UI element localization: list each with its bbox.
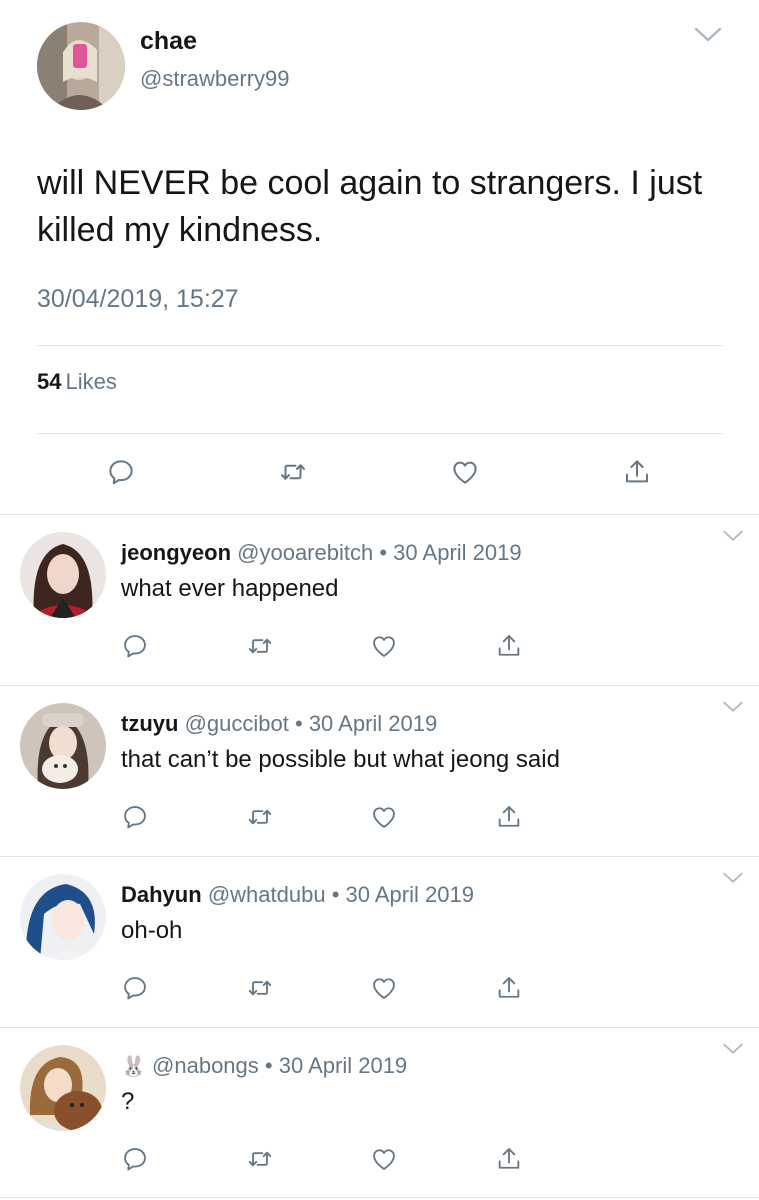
reply-text: that can’t be possible but what jeong sa… bbox=[121, 746, 560, 773]
heart-icon[interactable] bbox=[370, 632, 398, 660]
reply-actions bbox=[0, 632, 759, 664]
reply-date: 30 April 2019 bbox=[345, 882, 474, 907]
likes-label: Likes bbox=[65, 369, 117, 394]
share-icon[interactable] bbox=[495, 803, 523, 831]
author-name[interactable]: 🐰 bbox=[121, 1056, 146, 1078]
heart-icon[interactable] bbox=[370, 1145, 398, 1173]
reply-icon[interactable] bbox=[106, 457, 136, 487]
separator-dot: • bbox=[379, 540, 388, 565]
retweet-icon[interactable] bbox=[246, 803, 274, 831]
reply-date: 30 April 2019 bbox=[393, 540, 522, 565]
retweet-icon[interactable] bbox=[246, 974, 274, 1002]
likes-stat[interactable]: 54 Likes bbox=[37, 369, 117, 395]
share-icon[interactable] bbox=[495, 1145, 523, 1173]
reply-date: 30 April 2019 bbox=[278, 1053, 408, 1078]
avatar[interactable] bbox=[20, 703, 106, 789]
reply-text: ? bbox=[121, 1088, 135, 1115]
reply-date: 30 April 2019 bbox=[308, 711, 438, 736]
author-handle[interactable]: @guccibot bbox=[185, 711, 289, 736]
chevron-down-icon[interactable] bbox=[722, 699, 744, 715]
author-name[interactable]: tzuyu bbox=[121, 711, 178, 736]
reply-icon[interactable] bbox=[121, 803, 149, 831]
separator-dot: • bbox=[331, 882, 340, 907]
divider bbox=[0, 1197, 759, 1198]
retweet-icon[interactable] bbox=[246, 1145, 274, 1173]
reply-actions bbox=[0, 974, 759, 1006]
divider bbox=[37, 345, 723, 346]
likes-count: 54 bbox=[37, 369, 62, 394]
chevron-down-icon[interactable] bbox=[693, 24, 723, 46]
reply-header: Dahyun @whatdubu • 30 April 2019 bbox=[121, 882, 474, 908]
reply-header: tzuyu @guccibot • 30 April 2019 bbox=[121, 711, 437, 737]
reply-icon[interactable] bbox=[121, 632, 149, 660]
reply-icon[interactable] bbox=[121, 1145, 149, 1173]
tweet-actions bbox=[0, 457, 759, 489]
reply-tweet[interactable]: 🐰 @nabongs • 30 April 2019 ? bbox=[0, 1027, 759, 1198]
reply-actions bbox=[0, 803, 759, 835]
separator-dot: • bbox=[294, 711, 303, 736]
avatar[interactable] bbox=[20, 874, 106, 960]
chevron-down-icon[interactable] bbox=[722, 528, 744, 544]
avatar[interactable] bbox=[20, 1045, 106, 1131]
tweet-text: will NEVER be cool again to strangers. I… bbox=[37, 164, 703, 249]
reply-tweet[interactable]: tzuyu @guccibot • 30 April 2019 that can… bbox=[0, 685, 759, 856]
separator-dot: • bbox=[264, 1053, 273, 1078]
author-handle[interactable]: @strawberry99 bbox=[140, 66, 290, 92]
divider bbox=[37, 433, 723, 434]
retweet-icon[interactable] bbox=[278, 457, 308, 487]
author-handle[interactable]: @whatdubu bbox=[208, 882, 326, 907]
chevron-down-icon[interactable] bbox=[722, 1041, 744, 1057]
author-name[interactable]: chae bbox=[140, 27, 197, 56]
author-handle[interactable]: @nabongs bbox=[152, 1053, 259, 1078]
reply-tweet[interactable]: Dahyun @whatdubu • 30 April 2019 oh-oh bbox=[0, 856, 759, 1027]
reply-icon[interactable] bbox=[121, 974, 149, 1002]
share-icon[interactable] bbox=[495, 632, 523, 660]
author-name[interactable]: jeongyeon bbox=[121, 540, 231, 565]
heart-icon[interactable] bbox=[370, 974, 398, 1002]
share-icon[interactable] bbox=[622, 457, 652, 487]
chevron-down-icon[interactable] bbox=[722, 870, 744, 886]
share-icon[interactable] bbox=[495, 974, 523, 1002]
tweet-timestamp: 30/04/2019, 15:27 bbox=[37, 285, 239, 313]
avatar[interactable] bbox=[20, 532, 106, 618]
reply-text: oh-oh bbox=[121, 917, 183, 944]
reply-header: 🐰 @nabongs • 30 April 2019 bbox=[121, 1053, 407, 1079]
reply-actions bbox=[0, 1145, 759, 1177]
reply-tweet[interactable]: jeongyeon @yooarebitch • 30 April 2019 w… bbox=[0, 514, 759, 685]
reply-header: jeongyeon @yooarebitch • 30 April 2019 bbox=[121, 540, 522, 566]
avatar[interactable] bbox=[37, 22, 125, 110]
retweet-icon[interactable] bbox=[246, 632, 274, 660]
author-name[interactable]: Dahyun bbox=[121, 882, 202, 907]
heart-icon[interactable] bbox=[370, 803, 398, 831]
heart-icon[interactable] bbox=[450, 457, 480, 487]
author-handle[interactable]: @yooarebitch bbox=[237, 540, 373, 565]
reply-text: what ever happened bbox=[121, 575, 339, 602]
